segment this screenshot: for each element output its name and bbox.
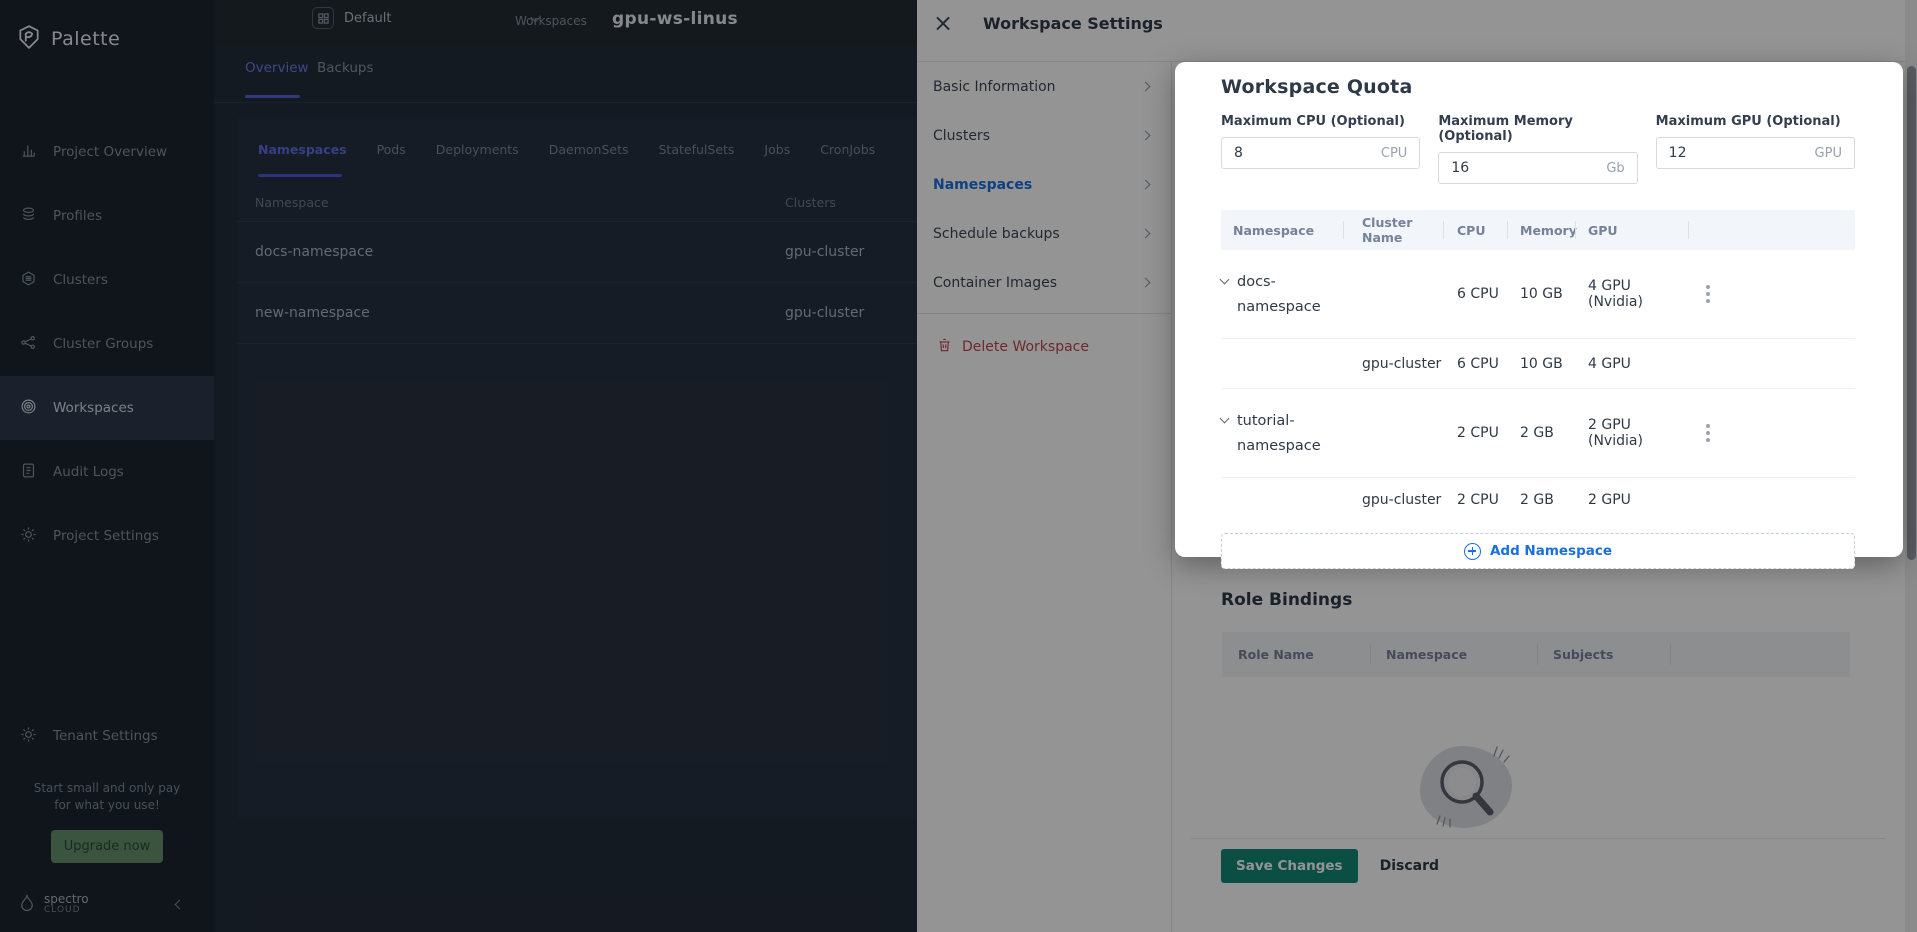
chevron-down-icon[interactable]: [1220, 275, 1230, 285]
field-label: Maximum CPU (Optional): [1221, 114, 1420, 129]
plus-circle-icon: [1464, 543, 1481, 560]
cluster-name: gpu-cluster: [1343, 356, 1443, 372]
quota-namespace-row: tutorial-namespace 2 CPU2 GB2 GPU (Nvidia…: [1221, 388, 1855, 477]
input-unit-suffix: GPU: [1815, 146, 1842, 161]
column-header-cpu: CPU: [1443, 210, 1507, 250]
column-header-cluster-name: Cluster Name: [1343, 210, 1443, 250]
column-header-memory: Memory: [1507, 210, 1575, 250]
input-value: 16: [1451, 160, 1606, 176]
quota-heading: Workspace Quota: [1221, 76, 1855, 98]
field-label: Maximum GPU (Optional): [1656, 114, 1855, 129]
input-value: 8: [1234, 145, 1381, 161]
cpu-value: 6 CPU: [1443, 286, 1507, 302]
quota-cluster-row: gpu-cluster2 CPU2 GB2 GPU: [1221, 477, 1855, 521]
cluster-name: gpu-cluster: [1343, 492, 1443, 508]
quota-fields: Maximum CPU (Optional) 8CPU Maximum Memory…: [1221, 114, 1855, 184]
screen: Default Workspaces gpu-ws-linus Overview…: [0, 0, 1917, 932]
column-header-gpu: GPU: [1575, 210, 1688, 250]
quota-input[interactable]: 12GPU: [1656, 137, 1855, 169]
gpu-value: 2 GPU: [1575, 492, 1688, 508]
cpu-value: 2 CPU: [1443, 492, 1507, 508]
memory-value: 2 GB: [1507, 492, 1575, 508]
gpu-value: 4 GPU: [1575, 356, 1688, 372]
quota-input[interactable]: 16Gb: [1438, 152, 1637, 184]
cpu-value: 2 CPU: [1443, 425, 1507, 441]
quota-table-header: NamespaceCluster NameCPUMemoryGPU: [1221, 210, 1855, 250]
cpu-value: 6 CPU: [1443, 356, 1507, 372]
quota-field-maximum-gpu-optional: Maximum GPU (Optional) 12GPU: [1656, 114, 1855, 184]
namespace-name: docs-namespace: [1237, 270, 1323, 320]
namespace-name: tutorial-namespace: [1237, 409, 1323, 459]
gpu-value: 4 GPU (Nvidia): [1575, 278, 1688, 310]
input-value: 12: [1669, 145, 1815, 161]
quota-field-maximum-cpu-optional: Maximum CPU (Optional) 8CPU: [1221, 114, 1420, 184]
workspace-quota-card: Workspace Quota Maximum CPU (Optional)8C…: [1175, 62, 1903, 557]
quota-input[interactable]: 8CPU: [1221, 137, 1420, 169]
memory-value: 2 GB: [1507, 425, 1575, 441]
field-label: Maximum Memory (Optional): [1438, 114, 1637, 144]
column-header-namespace: Namespace: [1221, 210, 1343, 250]
chevron-down-icon[interactable]: [1220, 414, 1230, 424]
quota-field-maximum-memory-optional: Maximum Memory (Optional) 16Gb: [1438, 114, 1637, 184]
memory-value: 10 GB: [1507, 286, 1575, 302]
gpu-value: 2 GPU (Nvidia): [1575, 417, 1688, 449]
quota-namespace-row: docs-namespace 6 CPU10 GB4 GPU (Nvidia): [1221, 250, 1855, 338]
row-menu-icon[interactable]: [1706, 431, 1710, 435]
quota-cluster-row: gpu-cluster6 CPU10 GB4 GPU: [1221, 338, 1855, 388]
add-namespace-button[interactable]: Add Namespace: [1221, 533, 1855, 569]
column-header-actions: [1688, 210, 1855, 250]
input-unit-suffix: Gb: [1606, 161, 1624, 176]
row-menu-icon[interactable]: [1706, 292, 1710, 296]
input-unit-suffix: CPU: [1381, 146, 1407, 161]
memory-value: 10 GB: [1507, 356, 1575, 372]
quota-table: NamespaceCluster NameCPUMemoryGPU docs-n…: [1221, 210, 1855, 521]
